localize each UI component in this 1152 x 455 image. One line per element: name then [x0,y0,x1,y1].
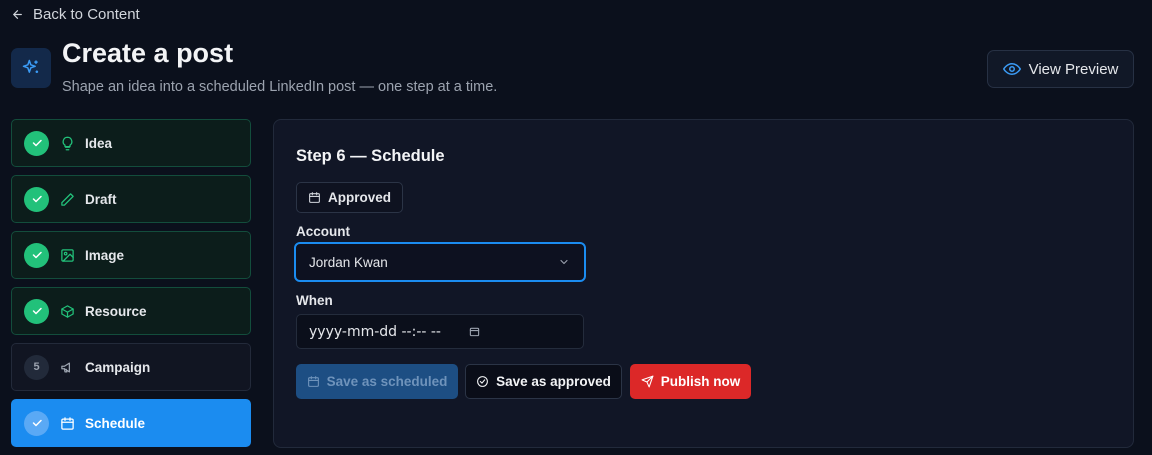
back-to-content-link[interactable]: Back to Content [11,6,140,23]
sparkles-icon [11,48,51,88]
when-datetime-input[interactable]: yyyy-mm-dd --:-- -- [296,314,584,349]
megaphone-icon [60,360,75,375]
panel-title: Step 6 — Schedule [296,147,445,165]
step-idea[interactable]: Idea [11,119,251,167]
step-label: Campaign [85,359,151,375]
step-draft[interactable]: Draft [11,175,251,223]
send-icon [641,375,654,388]
calendar-icon [307,375,320,388]
account-value: Jordan Kwan [309,254,388,270]
status-text: Approved [328,190,392,205]
save-as-approved-button[interactable]: Save as approved [465,364,622,399]
save-as-approved-label: Save as approved [496,374,611,389]
publish-now-button[interactable]: Publish now [630,364,751,399]
check-icon [24,410,49,436]
account-select[interactable]: Jordan Kwan [294,242,586,282]
check-icon [24,186,49,212]
publish-now-label: Publish now [660,374,741,389]
calendar-icon [308,191,321,204]
view-preview-label: View Preview [1028,60,1119,78]
arrow-left-icon [11,8,24,21]
datetime-placeholder: yyyy-mm-dd --:-- -- [309,323,441,340]
step-label: Schedule [85,415,146,431]
step-list: Idea Draft Image Resource 5 Campaign Sch… [11,119,251,455]
check-icon [24,298,49,324]
box-icon [60,304,75,319]
step-resource[interactable]: Resource [11,287,251,335]
check-icon [24,242,49,268]
step-label: Image [85,247,125,263]
account-label: Account [296,224,350,239]
step-label: Draft [85,191,117,207]
check-circle-icon [476,375,489,388]
calendar-picker-icon[interactable] [469,326,480,337]
pencil-icon [60,192,75,207]
eye-icon [1002,60,1021,78]
when-label: When [296,293,333,308]
view-preview-button[interactable]: View Preview [987,50,1134,88]
back-label: Back to Content [33,6,140,23]
step-campaign[interactable]: 5 Campaign [11,343,251,391]
lightbulb-icon [60,136,75,151]
step-image[interactable]: Image [11,231,251,279]
page-subtitle: Shape an idea into a scheduled LinkedIn … [62,79,498,95]
page-title: Create a post [62,38,234,68]
status-badge: Approved [296,182,404,213]
check-icon [24,130,49,156]
step-label: Idea [85,135,113,151]
calendar-icon [60,416,75,431]
step-number: 5 [24,354,49,380]
schedule-panel: Step 6 — Schedule Approved Account Jorda… [273,119,1134,448]
save-as-scheduled-label: Save as scheduled [326,374,448,389]
chevron-down-icon [558,256,570,268]
save-as-scheduled-button[interactable]: Save as scheduled [296,364,458,399]
step-label: Resource [85,303,147,319]
image-icon [60,248,75,263]
step-schedule[interactable]: Schedule [11,399,251,447]
